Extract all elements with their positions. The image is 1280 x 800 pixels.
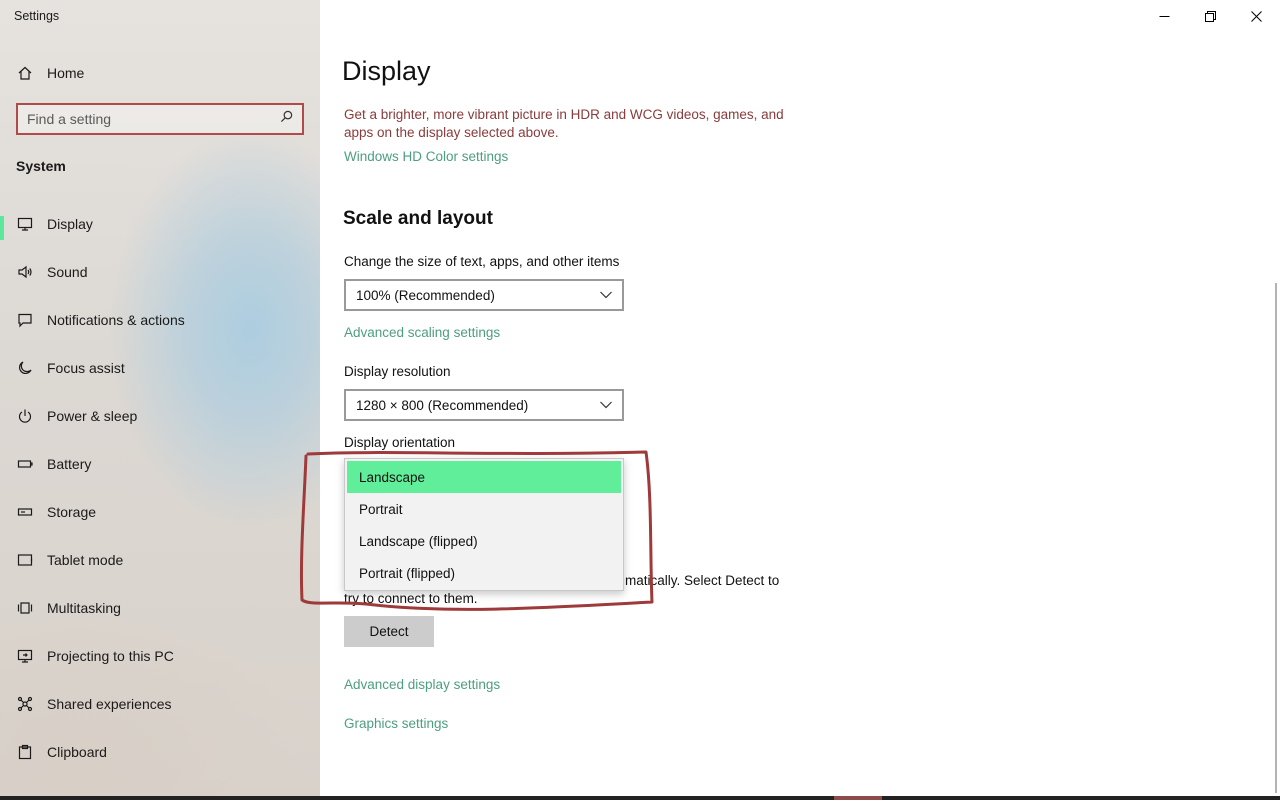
projecting-icon (16, 647, 34, 665)
sidebar-item-multitasking[interactable]: Multitasking (0, 592, 320, 640)
sidebar-item-label: Notifications & actions (47, 312, 185, 328)
sidebar-item-label: Display (47, 216, 93, 232)
orientation-option-landscape[interactable]: Landscape (347, 461, 621, 493)
nav-list: Display Sound Notifications & actions Fo… (0, 208, 320, 784)
chevron-down-icon (600, 291, 612, 299)
detect-description-line1: matically. Select Detect to (625, 573, 780, 588)
sidebar-item-label: Focus assist (47, 360, 125, 376)
advanced-scaling-link[interactable]: Advanced scaling settings (344, 325, 500, 340)
sidebar-item-clipboard[interactable]: Clipboard (0, 736, 320, 784)
tablet-icon (16, 551, 34, 569)
scale-select[interactable]: 100% (Recommended) (344, 279, 624, 311)
home-nav-item[interactable]: Home (0, 57, 320, 89)
detect-description-line2: try to connect to them. (344, 591, 478, 606)
orientation-option-portrait-flipped[interactable]: Portrait (flipped) (347, 557, 621, 589)
sidebar-item-label: Sound (47, 264, 88, 280)
scale-label: Change the size of text, apps, and other… (344, 254, 620, 269)
sidebar-item-label: Multitasking (47, 600, 121, 616)
sidebar-item-shared-experiences[interactable]: Shared experiences (0, 688, 320, 736)
battery-icon (16, 455, 34, 473)
sidebar-item-sound[interactable]: Sound (0, 256, 320, 304)
taskbar-indicator (834, 796, 882, 800)
sidebar-item-label: Battery (47, 456, 92, 472)
scale-select-value: 100% (Recommended) (356, 287, 495, 303)
home-label: Home (47, 65, 85, 81)
graphics-settings-link[interactable]: Graphics settings (344, 716, 448, 731)
detect-button[interactable]: Detect (344, 616, 434, 647)
sidebar-item-tablet-mode[interactable]: Tablet mode (0, 544, 320, 592)
orientation-label: Display orientation (344, 435, 456, 450)
sidebar-item-display[interactable]: Display (0, 208, 320, 256)
main-content: Display Get a brighter, more vibrant pic… (320, 0, 1280, 800)
advanced-display-link[interactable]: Advanced display settings (344, 677, 500, 692)
sidebar-item-label: Projecting to this PC (47, 648, 174, 664)
orientation-option-portrait[interactable]: Portrait (347, 493, 621, 525)
notification-icon (16, 311, 34, 329)
sidebar-item-storage[interactable]: Storage (0, 496, 320, 544)
taskbar-edge (0, 796, 1280, 800)
page-title: Display (342, 56, 431, 86)
shared-icon (16, 695, 34, 713)
power-icon (16, 407, 34, 425)
scale-layout-heading: Scale and layout (343, 208, 493, 229)
section-title: System (16, 158, 66, 174)
speaker-icon (16, 263, 34, 281)
orientation-dropdown: Landscape Portrait Landscape (flipped) P… (344, 458, 624, 591)
windows-hd-color-link[interactable]: Windows HD Color settings (344, 149, 508, 164)
resolution-select-value: 1280 × 800 (Recommended) (356, 397, 529, 413)
resolution-select[interactable]: 1280 × 800 (Recommended) (344, 389, 624, 421)
app-title: Settings (14, 9, 60, 23)
moon-icon (16, 359, 34, 377)
chevron-down-icon (600, 401, 612, 409)
sidebar-item-label: Clipboard (47, 744, 107, 760)
storage-icon (16, 503, 34, 521)
search-input[interactable] (27, 111, 257, 127)
search-box[interactable] (16, 103, 304, 135)
home-icon (16, 64, 34, 82)
sidebar-item-label: Shared experiences (47, 696, 172, 712)
sidebar-item-label: Storage (47, 504, 97, 520)
sidebar-item-focus-assist[interactable]: Focus assist (0, 352, 320, 400)
sidebar-item-battery[interactable]: Battery (0, 448, 320, 496)
sidebar-item-label: Power & sleep (47, 408, 138, 424)
hdr-description: Get a brighter, more vibrant picture in … (344, 107, 784, 140)
multitasking-icon (16, 599, 34, 617)
sidebar-item-label: Tablet mode (47, 552, 124, 568)
sidebar-item-power-sleep[interactable]: Power & sleep (0, 400, 320, 448)
clipboard-icon (16, 743, 34, 761)
search-icon[interactable] (280, 110, 293, 128)
sidebar: Settings Home System Display Sound (0, 0, 320, 800)
scrollbar[interactable] (1275, 283, 1277, 793)
monitor-icon (16, 215, 34, 233)
resolution-label: Display resolution (344, 364, 451, 379)
orientation-option-landscape-flipped[interactable]: Landscape (flipped) (347, 525, 621, 557)
sidebar-item-projecting[interactable]: Projecting to this PC (0, 640, 320, 688)
sidebar-item-notifications[interactable]: Notifications & actions (0, 304, 320, 352)
